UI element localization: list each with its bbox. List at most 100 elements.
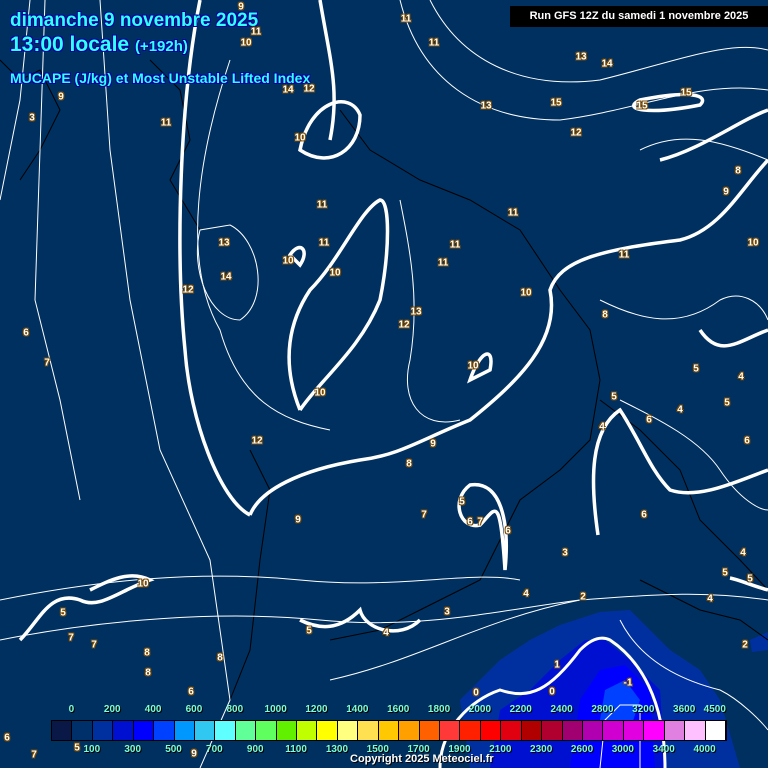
contour-label: 10 xyxy=(467,360,479,372)
contour-label: 6 xyxy=(467,516,473,528)
colorbar-top-label: 1600 xyxy=(387,704,410,715)
colorbar-top-label: 1000 xyxy=(264,704,287,715)
contour-label: 11 xyxy=(449,239,461,251)
colorbar-swatch xyxy=(623,721,645,740)
contour-label: 7 xyxy=(477,516,483,528)
weather-map xyxy=(0,0,768,768)
contour-label: 9 xyxy=(191,748,197,760)
colorbar-top-label: 3600 xyxy=(673,704,696,715)
contour-label: 11 xyxy=(318,237,330,249)
contour-label: 10 xyxy=(240,37,252,49)
colorbar-swatch xyxy=(501,721,522,740)
colorbar-swatch xyxy=(521,721,543,740)
colorbar-top-label: 200 xyxy=(103,704,121,715)
contour-label: 7 xyxy=(68,632,74,644)
lead-time: (+192h) xyxy=(134,38,188,55)
colorbar-top-label: 2400 xyxy=(550,704,573,715)
colorbar-top-label: 1800 xyxy=(427,704,451,715)
contour-label: -1 xyxy=(623,677,633,689)
contour-label: 10 xyxy=(520,287,532,299)
contour-label: 7 xyxy=(44,357,50,369)
colorbar-swatch xyxy=(174,721,195,740)
contour-label: 13 xyxy=(410,306,422,318)
colorbar-bottom-label: 100 xyxy=(83,744,101,755)
contour-label: 8 xyxy=(144,647,150,659)
contour-label: 9 xyxy=(238,1,244,13)
colorbar-swatch xyxy=(603,721,624,740)
colorbar-top-label: 800 xyxy=(226,704,244,715)
contour-label: 0 xyxy=(549,686,555,698)
contour-label: 6 xyxy=(188,686,194,698)
colorbar-swatch xyxy=(705,721,726,740)
contour-label: 7 xyxy=(91,639,97,651)
contour-label: 5 xyxy=(306,625,312,637)
contour-label: 0 xyxy=(473,687,479,699)
colorbar-bottom-label: 1100 xyxy=(285,744,307,755)
contour-label: 9 xyxy=(58,91,64,103)
contour-label: 6 xyxy=(505,525,511,537)
contour-label: 11 xyxy=(428,37,440,49)
contour-label: 10 xyxy=(329,267,341,279)
colorbar-swatch xyxy=(92,721,114,740)
contour-label: 12 xyxy=(251,435,263,447)
contour-label: 7 xyxy=(421,509,427,521)
colorbar-top-label: 2200 xyxy=(509,704,532,715)
colorbar-swatch xyxy=(113,721,134,740)
contour-label: 6 xyxy=(641,509,647,521)
contour-label: 9 xyxy=(430,438,436,450)
contour-label: 11 xyxy=(250,26,262,38)
contour-label: 5 xyxy=(611,391,617,403)
colorbar-bottom-label: 2300 xyxy=(530,744,553,755)
contour-label: 5 xyxy=(724,397,730,409)
contour-label: 11 xyxy=(507,207,519,219)
contour-label: 4 xyxy=(740,547,746,559)
colorbar-swatch xyxy=(440,721,461,740)
contour-label: 10 xyxy=(747,237,759,249)
colorbar-swatch xyxy=(194,721,216,740)
colorbar-bottom-label: 1300 xyxy=(325,744,349,755)
contour-label: 14 xyxy=(282,84,294,96)
contour-label: 5 xyxy=(747,573,753,585)
contour-label: 1 xyxy=(554,659,560,671)
contour-label: 14 xyxy=(220,271,232,283)
field-title: MUCAPE (J/kg) et Most Unstable Lifted In… xyxy=(10,70,311,86)
colorbar-bottom-label: 700 xyxy=(206,744,223,755)
contour-label: 5 xyxy=(459,496,465,508)
contour-label: 12 xyxy=(182,284,194,296)
contour-label: 6 xyxy=(4,732,10,744)
contour-label: 11 xyxy=(160,117,172,129)
copyright: Copyright 2025 Meteociel.fr xyxy=(350,753,494,765)
colorbar-swatch xyxy=(133,721,155,740)
colorbar-swatch xyxy=(542,721,563,740)
colorbar-top-label: 2800 xyxy=(591,704,614,715)
colorbar-swatch xyxy=(419,721,441,740)
forecast-time: 13:00 locale (+192h) xyxy=(10,33,188,57)
contour-label: 5 xyxy=(74,742,80,754)
contour-label: 3 xyxy=(444,606,450,618)
contour-label: 11 xyxy=(400,13,412,25)
colorbar-swatch xyxy=(52,721,73,740)
colorbar-top-label: 600 xyxy=(185,704,203,715)
colorbar-bottom-label: 4000 xyxy=(693,744,716,755)
contour-label: 12 xyxy=(398,319,410,331)
colorbar-bottom-label: 3000 xyxy=(611,744,634,755)
contour-label: 15 xyxy=(680,87,692,99)
contour-label: 2 xyxy=(742,639,748,651)
coastlines xyxy=(0,59,768,701)
local-time: 13:00 locale xyxy=(10,33,130,56)
contour-label: 10 xyxy=(282,255,294,267)
colorbar-bottom-label: 3400 xyxy=(652,744,675,755)
colorbar-top-label: 4500 xyxy=(703,704,726,715)
colorbar-bottom-label: 300 xyxy=(124,744,142,755)
colorbar-bottom-label: 500 xyxy=(165,744,182,755)
contour-label: 2 xyxy=(580,591,586,603)
colorbar-top-label: 0 xyxy=(68,704,75,715)
contour-label: 10 xyxy=(314,387,326,399)
colorbar-swatch xyxy=(154,721,175,740)
contour-label: 3 xyxy=(562,547,568,559)
colorbar-swatch xyxy=(378,721,400,740)
forecast-date: dimanche 9 novembre 2025 xyxy=(10,10,259,31)
colorbar-swatch xyxy=(235,721,257,740)
contour-label: 6 xyxy=(23,327,29,339)
contour-label: 5 xyxy=(60,607,66,619)
